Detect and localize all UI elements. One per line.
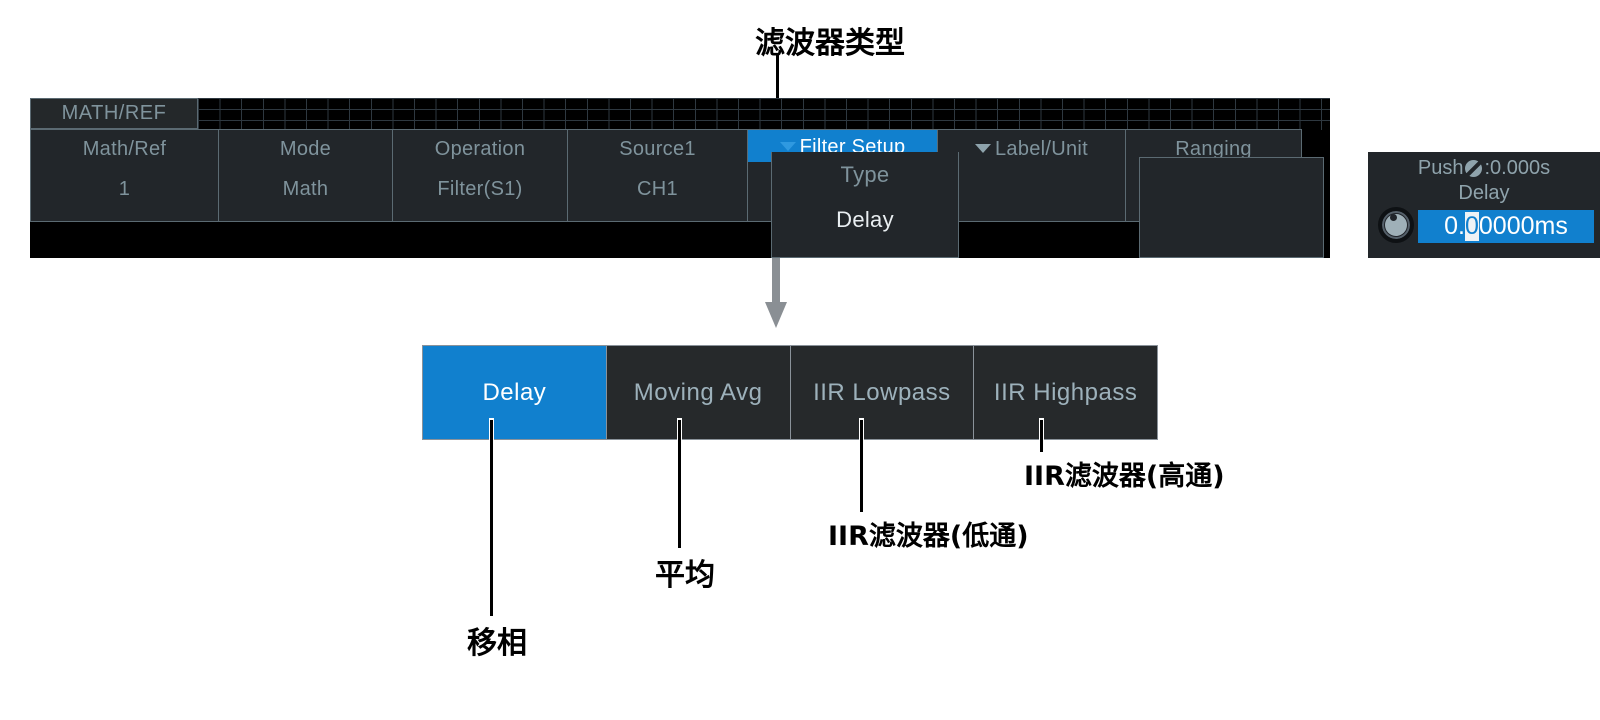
readout-parameter-label: Delay <box>1458 182 1510 204</box>
slash-circle-icon <box>1465 160 1483 177</box>
menu-column-mode[interactable]: Mode Math <box>219 130 393 221</box>
push-hint-value: :0.000s <box>1484 157 1551 179</box>
menu-header-source1: Source1 <box>619 138 696 160</box>
annotation-iir-lowpass: IIR滤波器(低通) <box>828 521 1029 552</box>
annotation-iir-highpass: IIR滤波器(高通) <box>1024 461 1225 492</box>
knob-icon-dot <box>1390 214 1397 221</box>
menu-header-label-unit-label: Label/Unit <box>994 138 1089 160</box>
flow-arrow-down <box>765 250 787 328</box>
delay-value-field[interactable]: 0. 0 0000ms <box>1418 210 1594 243</box>
delay-value-before: 0. <box>1444 212 1465 240</box>
menu-header-math-ref: Math/Ref <box>82 138 167 160</box>
push-hint-prefix: Push <box>1417 157 1464 179</box>
menu-value-math-ref: 1 <box>118 178 131 200</box>
chevron-down-icon-2 <box>974 144 991 153</box>
waveform-grid <box>198 98 1330 130</box>
submenu-overlay-panel <box>1139 157 1324 258</box>
menu-value-source1: CH1 <box>637 178 678 200</box>
leader-line-moving-avg <box>678 420 681 548</box>
menu-header-operation: Operation <box>434 138 526 160</box>
annotation-moving-avg: 平均 <box>655 558 715 593</box>
push-hint: Push :0.000s <box>1368 157 1600 180</box>
option-iir-lowpass[interactable]: IIR Lowpass <box>791 346 975 439</box>
option-iir-highpass[interactable]: IIR Highpass <box>974 346 1157 439</box>
chevron-down-icon <box>779 142 796 151</box>
menu-header-label-unit[interactable]: Label/Unit <box>938 130 1125 161</box>
filter-type-options: Delay Moving Avg IIR Lowpass IIR Highpas… <box>422 345 1158 440</box>
filter-setup-dropdown[interactable]: Type Delay <box>771 152 959 258</box>
menu-column-label-unit[interactable]: Label/Unit <box>938 130 1126 221</box>
menu-column-source1[interactable]: Source1 CH1 <box>568 130 748 221</box>
menu-column-operation[interactable]: Operation Filter(S1) <box>393 130 568 221</box>
delay-value-cursor-digit: 0 <box>1465 212 1479 241</box>
value-readout-panel: Push :0.000s Delay 0. 0 0000ms <box>1368 152 1600 258</box>
leader-line-iir-lowpass <box>860 420 863 512</box>
menu-value-mode: Math <box>282 178 329 200</box>
menu-header-mode: Mode <box>279 138 332 160</box>
oscilloscope-screen: MATH/REF Math/Ref 1 Mode Math Operation … <box>30 98 1330 258</box>
dropdown-item-delay[interactable]: Delay <box>772 188 958 233</box>
leader-line-iir-highpass <box>1040 420 1043 452</box>
annotation-delay: 移相 <box>467 626 527 661</box>
menu-column-math-ref[interactable]: Math/Ref 1 <box>31 130 219 221</box>
dropdown-item-type[interactable]: Type <box>772 152 958 188</box>
screen-title: MATH/REF <box>30 98 198 129</box>
delay-value-after: 0000ms <box>1478 212 1568 240</box>
menu-value-operation: Filter(S1) <box>437 178 523 200</box>
option-moving-avg[interactable]: Moving Avg <box>607 346 791 439</box>
leader-line-delay <box>490 420 493 616</box>
knob-icon[interactable] <box>1378 207 1414 243</box>
option-delay[interactable]: Delay <box>423 346 607 439</box>
menu-table: Math/Ref 1 Mode Math Operation Filter(S1… <box>30 129 1302 222</box>
